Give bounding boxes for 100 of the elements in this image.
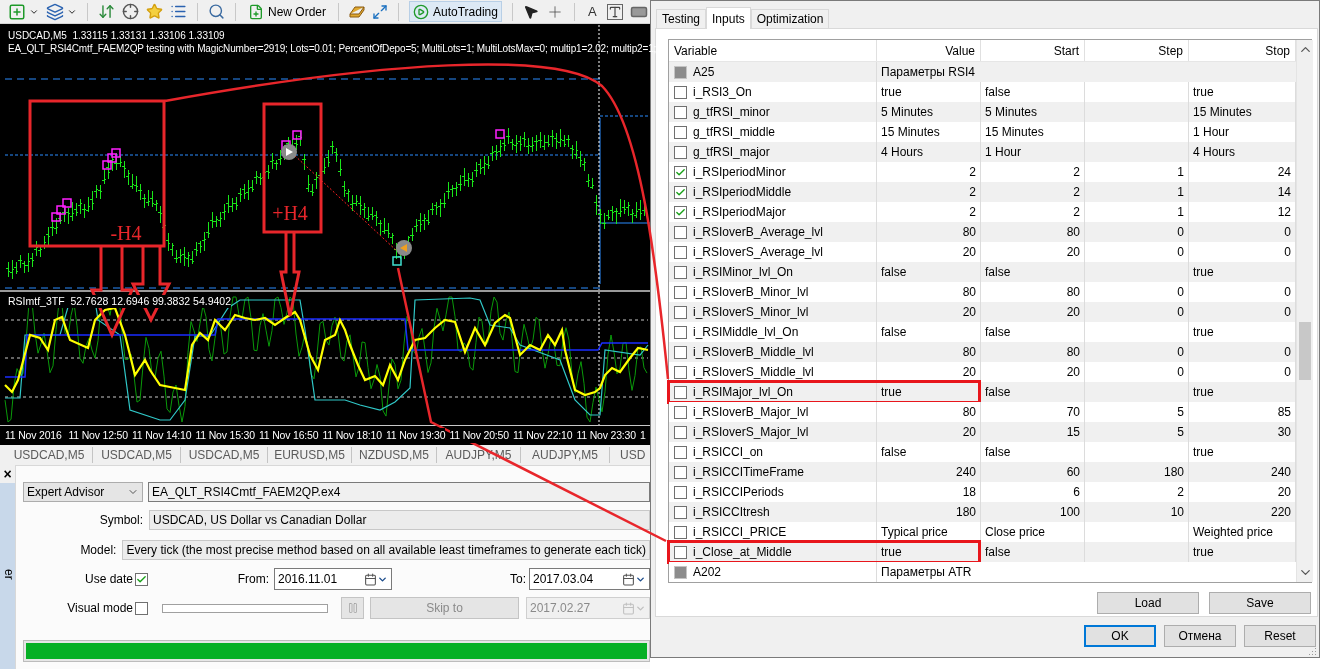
- symbol-tab[interactable]: EURUSD,M5: [268, 447, 352, 463]
- tab[interactable]: Testing: [656, 9, 707, 28]
- tab[interactable]: Inputs: [706, 7, 751, 29]
- panel-button[interactable]: Save: [1209, 592, 1311, 614]
- table-row[interactable]: i_RSIoverB_Major_lvl 80 70 5 85: [669, 402, 1296, 422]
- speed-slider-track[interactable]: [162, 603, 328, 613]
- variable-name: i_RSIoverS_Middle_lvl: [693, 364, 814, 381]
- symbol-field[interactable]: USDCAD, US Dollar vs Canadian Dollar: [149, 510, 650, 530]
- dialog-button[interactable]: Отмена: [1164, 625, 1236, 647]
- checkbox[interactable]: [674, 425, 687, 439]
- variable-name: i_RSIoverS_Average_lvl: [693, 244, 823, 261]
- checkbox[interactable]: [674, 205, 687, 219]
- table-row[interactable]: i_RSICCITimeFrame 240 60 180 240: [669, 462, 1296, 482]
- dialog-button[interactable]: Reset: [1244, 625, 1316, 647]
- plus-square-icon[interactable]: [8, 2, 26, 21]
- checkbox[interactable]: [674, 265, 687, 279]
- close-button[interactable]: ×: [0, 465, 15, 483]
- checkbox[interactable]: [674, 145, 687, 159]
- checkbox[interactable]: [674, 405, 687, 419]
- checkbox[interactable]: [674, 285, 687, 299]
- dialog-button[interactable]: OK: [1084, 625, 1156, 647]
- type-dropdown[interactable]: Expert Advisor: [23, 482, 143, 502]
- symbol-tab[interactable]: USDCAD,M5: [6, 447, 93, 463]
- symbol-tab[interactable]: AUDJPY,M5: [521, 447, 610, 463]
- layers-icon[interactable]: [46, 2, 64, 21]
- symbol-tab[interactable]: USDCAD,M5: [181, 447, 268, 463]
- from-date-field[interactable]: 2016.11.01: [274, 568, 392, 590]
- checkbox[interactable]: [674, 505, 687, 519]
- symbol-tab[interactable]: USD: [610, 447, 646, 463]
- scrollbar-thumb[interactable]: [1299, 322, 1311, 380]
- auto-trading-button[interactable]: AutoTrading: [409, 1, 502, 22]
- new-order-button[interactable]: New Order: [246, 1, 328, 22]
- column-header[interactable]: Value: [877, 40, 981, 61]
- checkbox[interactable]: [674, 165, 687, 179]
- search-icon[interactable]: [208, 3, 225, 20]
- variable-name: i_RSIMajor_lvl_On: [693, 384, 794, 401]
- checkbox[interactable]: [674, 565, 687, 579]
- checkbox[interactable]: [674, 105, 687, 119]
- crosshair-icon[interactable]: [122, 3, 139, 20]
- to-date-field[interactable]: 2017.03.04: [529, 568, 650, 590]
- panel-button[interactable]: Load: [1097, 592, 1199, 614]
- checkbox[interactable]: [674, 345, 687, 359]
- list-icon[interactable]: [170, 3, 187, 20]
- scrollbar[interactable]: [1296, 40, 1313, 582]
- table-row[interactable]: A25 Параметры RSI4: [669, 62, 1296, 82]
- table-row[interactable]: i_RSIMinor_lvl_On false false true: [669, 262, 1296, 282]
- tab[interactable]: Optimization: [750, 9, 830, 28]
- checkbox[interactable]: [674, 365, 687, 379]
- checkbox[interactable]: [674, 445, 687, 459]
- table-row[interactable]: i_RSIMajor_lvl_On true false true: [669, 382, 1296, 402]
- checkbox[interactable]: [674, 465, 687, 479]
- checkbox[interactable]: [674, 325, 687, 339]
- table-row[interactable]: i_RSICCItresh 180 100 10 220: [669, 502, 1296, 522]
- checkbox[interactable]: [674, 385, 687, 399]
- table-row[interactable]: g_tfRSI_minor 5 Minutes 5 Minutes 15 Minutes: [669, 102, 1296, 122]
- checkbox[interactable]: [674, 185, 687, 199]
- text-tool-button[interactable]: A: [584, 1, 600, 22]
- variable-name: A25: [693, 64, 715, 81]
- variable-name: i_RSIperiodMiddle: [693, 184, 792, 201]
- cursor-icon[interactable]: [522, 3, 539, 20]
- column-header[interactable]: Variable: [669, 40, 877, 61]
- table-row[interactable]: i_RSIoverS_Minor_lvl 20 20 0 0: [669, 302, 1296, 322]
- order-marker-icon: [281, 144, 297, 160]
- checkbox[interactable]: [674, 85, 687, 99]
- checkbox[interactable]: [674, 545, 687, 559]
- ingot-icon[interactable]: [349, 4, 365, 19]
- table-row[interactable]: i_RSIperiodMiddle 2 2 1 14: [669, 182, 1296, 202]
- variable-name: i_RSI3_On: [693, 84, 752, 101]
- text-box-icon[interactable]: [606, 3, 623, 20]
- up-down-arrows-icon[interactable]: [98, 3, 115, 20]
- column-header[interactable]: Start: [981, 40, 1085, 61]
- symbol-tab[interactable]: USDCAD,M5: [93, 447, 181, 463]
- group-title: Параметры RSI4: [881, 64, 975, 81]
- star-icon[interactable]: [146, 3, 163, 20]
- table-row[interactable]: i_Close_at_Middle true false true: [669, 542, 1296, 562]
- checkbox[interactable]: [674, 525, 687, 539]
- checkbox[interactable]: [674, 305, 687, 319]
- column-header[interactable]: Step: [1085, 40, 1189, 61]
- table-row[interactable]: i_RSIoverS_Major_lvl 20 15 5 30: [669, 422, 1296, 442]
- square-marker-icon: [495, 129, 505, 139]
- file-plus-icon: [248, 3, 264, 20]
- table-row[interactable]: i_RSIoverB_Average_lvl 80 80 0 0: [669, 222, 1296, 242]
- checkbox[interactable]: [674, 225, 687, 239]
- check-icon: [675, 206, 686, 218]
- checkbox[interactable]: [135, 572, 148, 586]
- side-tab[interactable]: er: [0, 483, 15, 669]
- expand-icon[interactable]: [372, 3, 388, 20]
- expert-field[interactable]: EA_QLT_RSI4Cmtf_FAEM2QP.ex4: [148, 482, 650, 502]
- resize-grip-icon[interactable]: [1308, 647, 1316, 655]
- table-row[interactable]: g_tfRSI_major 4 Hours 1 Hour 4 Hours: [669, 142, 1296, 162]
- checkbox[interactable]: [674, 485, 687, 499]
- checkbox[interactable]: [135, 601, 148, 615]
- checkbox[interactable]: [674, 245, 687, 259]
- table-row[interactable]: i_RSIoverB_Middle_lvl 80 80 0 0: [669, 342, 1296, 362]
- symbol-tab[interactable]: NZDUSD,M5: [352, 447, 437, 463]
- symbol-label: Symbol:: [98, 512, 143, 529]
- checkbox[interactable]: [674, 125, 687, 139]
- model-field[interactable]: Every tick (the most precise method based on all available least timeframes to generate each tick): [122, 540, 650, 560]
- checkbox[interactable]: [674, 65, 687, 79]
- callout-label: -H4: [110, 222, 142, 244]
